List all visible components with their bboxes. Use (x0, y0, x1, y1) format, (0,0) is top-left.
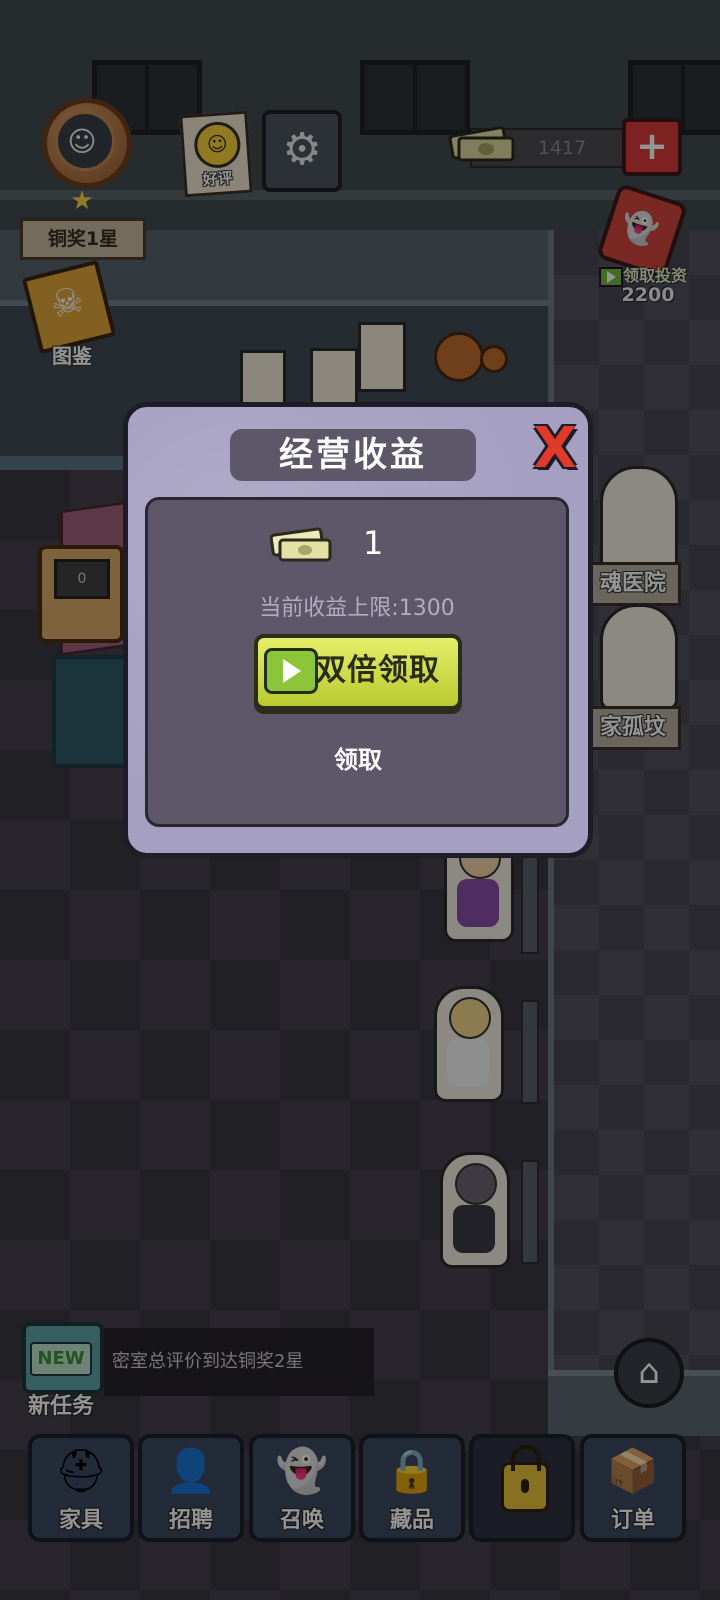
dialog-title: 经营收益 (230, 429, 476, 481)
income-panel: 1 当前收益上限:1300 双倍领取 领取 (145, 497, 569, 827)
double-claim-label: 双倍领取 (316, 653, 440, 688)
money-stack-icon (270, 527, 332, 562)
income-dialog: 经营收益 X 1 当前收益上限:1300 双倍领取 领取 (123, 402, 593, 858)
game-scene: 0 魂医院 家孤坟 ☺ ★ 铜奖1星 ☺ 好评 ⚙ 1417 + 👻 领取投资 … (0, 0, 720, 1600)
income-cap-text: 当前收益上限:1300 (259, 596, 455, 621)
close-icon[interactable]: X (526, 421, 584, 477)
claim-button[interactable]: 领取 (318, 740, 398, 780)
double-claim-button[interactable]: 双倍领取 (254, 634, 462, 710)
income-value: 1 (363, 524, 384, 562)
video-play-icon (264, 648, 318, 694)
